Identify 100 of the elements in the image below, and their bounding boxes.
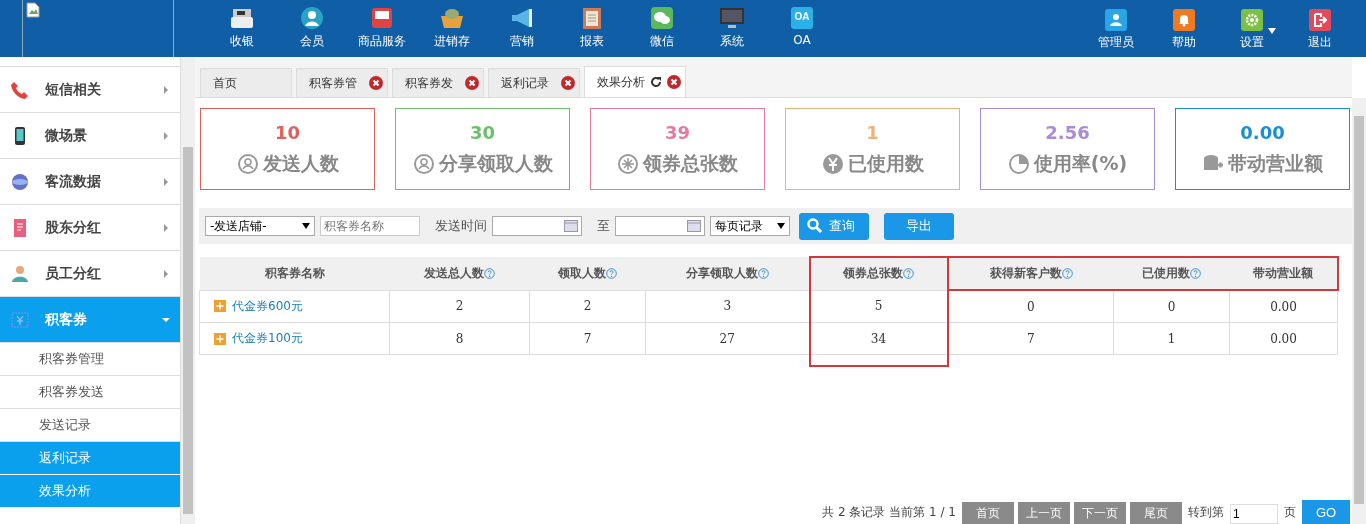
oa-logo: OA — [794, 11, 810, 22]
page-button[interactable]: 首页 — [962, 502, 1014, 524]
close-icon[interactable] — [561, 76, 575, 90]
sidebar-item[interactable]: 短信相关 — [0, 67, 180, 113]
staff-icon — [10, 263, 30, 284]
chat-icon — [649, 6, 675, 30]
column-header: 发送总人数 — [389, 257, 530, 290]
caret-icon — [777, 223, 785, 229]
stat-label: 发送人数 — [262, 150, 339, 176]
nav-item[interactable]: 收银 — [207, 0, 277, 57]
basket-icon — [439, 6, 465, 30]
date-field[interactable] — [615, 216, 705, 236]
header-action[interactable]: 设置 — [1218, 0, 1286, 57]
table-cell: 2 — [529, 290, 646, 323]
yen-icon — [821, 152, 844, 175]
stat-label: 使用率(%) — [1033, 150, 1128, 176]
header-action[interactable]: 退出 — [1286, 0, 1354, 57]
sidebar-subitem[interactable]: 积客券管理 — [0, 343, 180, 376]
page-input[interactable]: 1 — [1230, 504, 1278, 524]
help-icon[interactable] — [757, 267, 769, 279]
sidebar-item[interactable]: 客流数据 — [0, 159, 180, 205]
stat-label: 带动营业额 — [1228, 150, 1323, 176]
date-field[interactable] — [492, 216, 582, 236]
column-header: 已使用数 — [1113, 257, 1230, 290]
caret-right-icon — [162, 223, 170, 232]
close-icon[interactable] — [369, 76, 383, 90]
table-cell: 2 — [389, 290, 530, 323]
caret-right-icon — [162, 177, 170, 186]
stat-value: 0.00 — [1240, 121, 1285, 143]
nav-item[interactable]: 商品服务 — [347, 0, 417, 57]
filter-label: 至 — [597, 217, 610, 235]
tab[interactable]: 积客券发 — [392, 68, 484, 97]
nav-item[interactable]: 微信 — [627, 0, 697, 57]
close-icon[interactable] — [667, 75, 681, 89]
expand-icon[interactable] — [214, 300, 226, 313]
scrollbar[interactable] — [1352, 98, 1366, 524]
column-header: 领券总张数 — [809, 257, 948, 290]
yen-icon — [10, 309, 30, 330]
stat-value: 2.56 — [1045, 121, 1090, 143]
person-icon — [236, 152, 259, 175]
page-button[interactable]: 下一页 — [1074, 502, 1126, 524]
scrollbar[interactable] — [181, 57, 195, 524]
nav-item[interactable]: 系统 — [697, 0, 767, 57]
table-cell: 1 — [1113, 322, 1230, 355]
name-input[interactable]: 积客券名称 — [320, 216, 420, 236]
column-header: 带动营业额 — [1229, 257, 1338, 290]
help-icon[interactable] — [484, 267, 495, 279]
caret-right-icon — [162, 85, 170, 94]
column-header: 分享领取人数 — [645, 257, 810, 290]
caret-icon — [302, 223, 310, 229]
tab[interactable]: 首页 — [200, 68, 292, 97]
tab[interactable]: 效果分析 — [584, 66, 686, 97]
header-action[interactable]: 帮助 — [1150, 0, 1218, 57]
register-icon — [229, 6, 255, 30]
nav-item[interactable]: 报表 — [557, 0, 627, 57]
nav-item[interactable]: OA OA — [767, 0, 837, 57]
caret-right-icon — [162, 131, 170, 140]
table-cell: 0 — [947, 290, 1114, 323]
nav-item[interactable]: 会员 — [277, 0, 347, 57]
stat-label: 已使用数 — [847, 150, 924, 176]
record-summary: 共 2 条记录 当前第 1 / 1 — [822, 504, 956, 521]
help-icon[interactable] — [903, 268, 914, 280]
person-icon — [299, 6, 325, 30]
caret-right-icon — [162, 269, 170, 278]
sidebar-subitem[interactable]: 积客券发送 — [0, 376, 180, 409]
card-icon — [369, 6, 395, 30]
phone-icon — [10, 79, 30, 100]
oa-icon — [789, 6, 815, 30]
help-icon[interactable] — [1061, 268, 1073, 279]
person-icon — [412, 152, 435, 175]
stat-value: 30 — [469, 121, 496, 143]
table-cell: 0 — [1113, 290, 1230, 323]
search-icon — [807, 218, 823, 234]
table-cell: 0.00 — [1229, 322, 1338, 355]
refresh-icon[interactable] — [650, 76, 662, 88]
help-icon[interactable] — [1190, 268, 1201, 279]
page-button[interactable]: 上一页 — [1018, 502, 1070, 524]
tab[interactable]: 返利记录 — [488, 68, 580, 97]
page-suffix: 页 — [1284, 504, 1296, 521]
monitor-icon — [719, 6, 745, 30]
header-action[interactable]: 管理员 — [1082, 0, 1150, 57]
caret-down-icon — [162, 315, 170, 324]
per-page-select[interactable]: 每页记录 — [710, 216, 790, 236]
stat-value: 10 — [274, 121, 301, 143]
tab[interactable]: 积客券管 — [296, 68, 388, 97]
close-icon[interactable] — [465, 76, 479, 90]
coupon-link[interactable]: 代金券100元 — [199, 322, 390, 355]
stat-label: 领券总张数 — [643, 150, 738, 176]
sidebar-item[interactable]: 股东分红 — [0, 205, 180, 251]
page-button[interactable]: 尾页 — [1130, 502, 1182, 524]
sidebar-item[interactable]: 微场景 — [0, 113, 180, 159]
nav-item[interactable]: 进销存 — [417, 0, 487, 57]
expand-icon[interactable] — [214, 332, 226, 345]
nav-item[interactable]: 营销 — [487, 0, 557, 57]
megaphone-icon — [509, 6, 535, 30]
coupon-link[interactable]: 代金券600元 — [199, 290, 390, 323]
column-header: 领取人数 — [529, 257, 646, 290]
store-select[interactable]: -发送店铺- — [205, 216, 315, 236]
table-cell: 7 — [947, 322, 1114, 355]
help-icon[interactable] — [606, 267, 617, 279]
